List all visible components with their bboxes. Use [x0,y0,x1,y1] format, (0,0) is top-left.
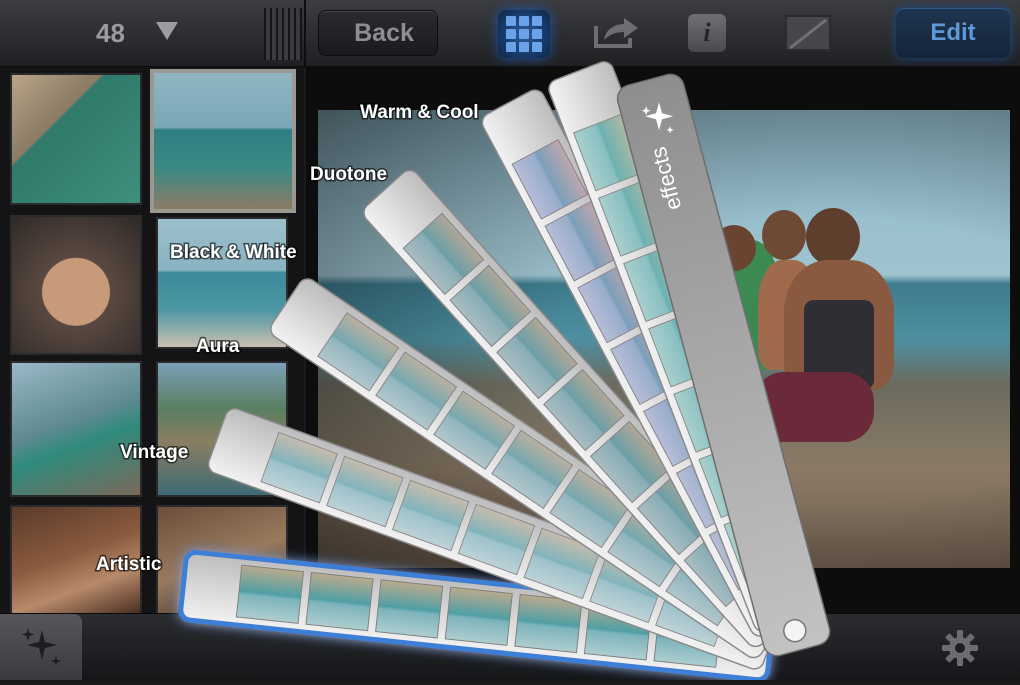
chevron-down-icon[interactable] [156,22,178,40]
thumbnail-selected[interactable] [150,69,296,213]
thumbnail[interactable] [156,217,288,349]
back-arrow-shape [300,12,345,57]
crop-icon[interactable] [782,12,834,54]
effect-preview-tint [305,572,374,631]
photo-subject [806,208,860,266]
thumbnail[interactable] [10,215,142,355]
grid-icon[interactable] [498,10,550,58]
effect-label[interactable]: Duotone [309,163,389,187]
effect-label[interactable]: Black & White [169,241,299,265]
effect-label[interactable]: Aura [195,335,242,359]
sparkle-icon [21,628,61,666]
effect-preview-tint [236,565,304,624]
photo-count[interactable]: 48 [96,18,125,49]
gear-icon[interactable] [940,628,980,668]
effect-label[interactable]: Artistic [95,553,164,577]
photo-subject [762,210,806,260]
toolbar-divider [304,0,306,66]
thumbnail-sidebar[interactable] [0,67,304,613]
effect-label[interactable]: Warm & Cool [359,101,481,125]
share-icon[interactable] [590,12,642,52]
effect-label[interactable]: Vintage [119,441,190,465]
resize-grip[interactable] [264,8,302,60]
back-button-label: Back [354,18,414,47]
top-toolbar: 48 Back i Edit [0,0,1020,67]
thumbnail[interactable] [10,73,142,205]
effects-button[interactable] [0,614,82,680]
edit-button[interactable]: Edit [896,8,1010,58]
effect-preview-tint [375,579,443,639]
info-icon[interactable]: i [688,14,726,52]
back-button[interactable]: Back [300,10,438,57]
effect-preview-tint [445,587,513,646]
info-glyph: i [703,18,711,47]
thumbnail[interactable] [10,361,142,497]
